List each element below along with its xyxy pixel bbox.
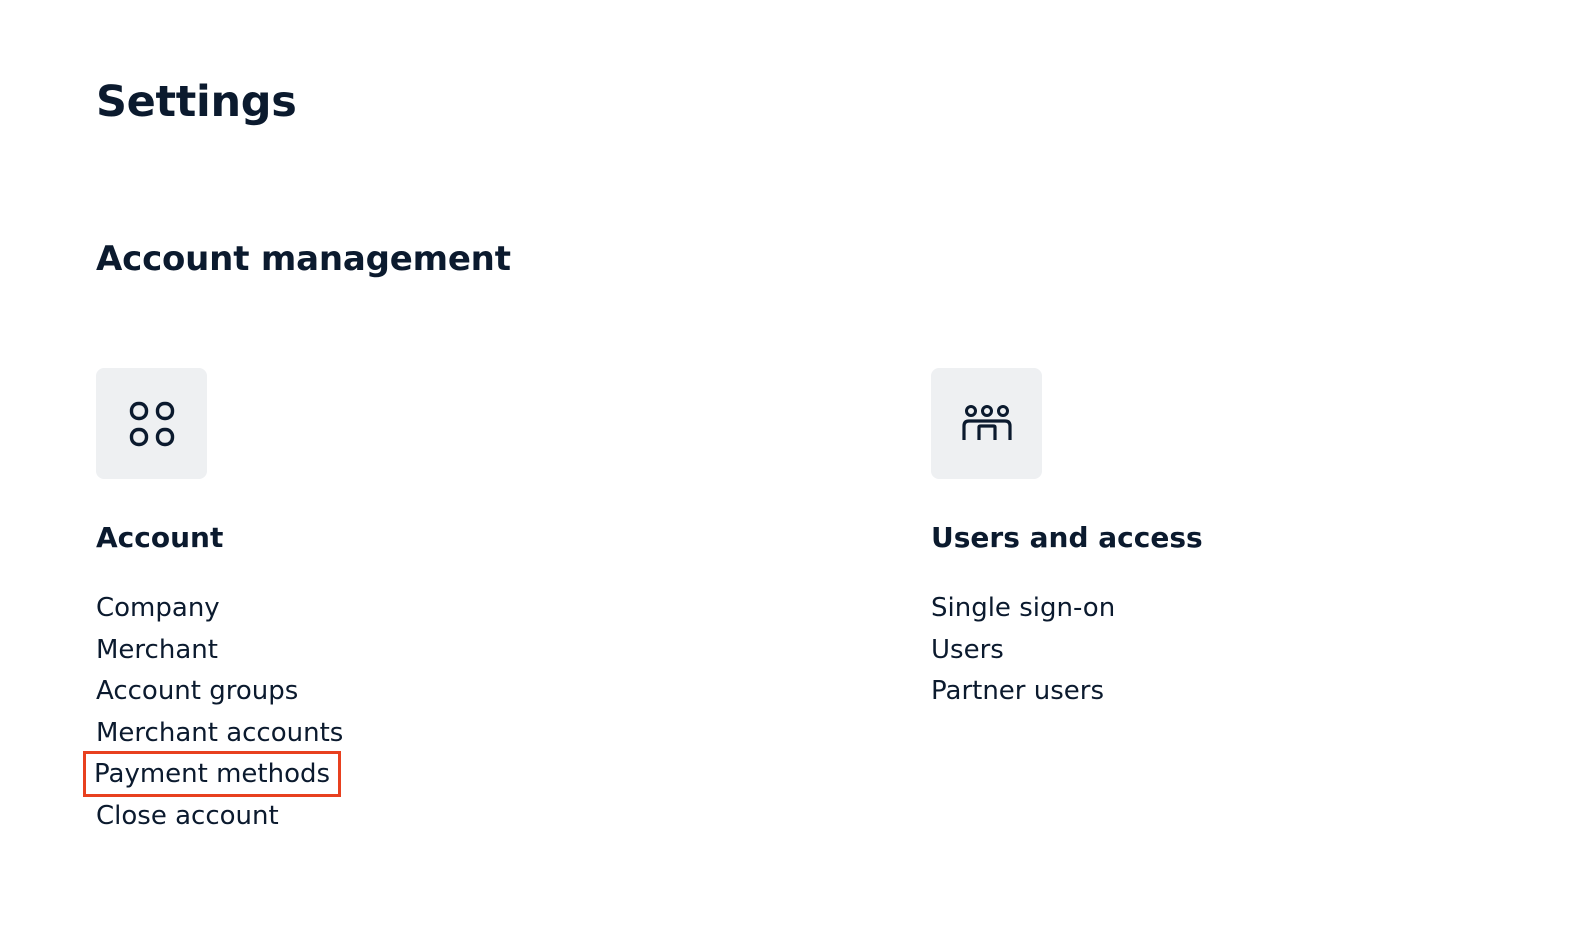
- link-merchant[interactable]: Merchant: [96, 630, 343, 672]
- link-label: Partner users: [931, 676, 1105, 707]
- account-icon-tile: [96, 368, 207, 479]
- users-and-access-card-title: Users and access: [931, 521, 1203, 554]
- link-label: Merchant: [96, 634, 218, 665]
- users-and-access-card: Users and access Single sign-on Users Pa…: [931, 368, 1531, 706]
- page-title: Settings: [96, 77, 297, 127]
- link-payment-methods[interactable]: Payment methods: [82, 751, 343, 798]
- link-label: Users: [931, 634, 1004, 665]
- link-merchant-accounts[interactable]: Merchant accounts: [96, 713, 343, 755]
- link-account-groups[interactable]: Account groups: [96, 671, 343, 713]
- link-close-account[interactable]: Close account: [96, 796, 343, 838]
- link-label: Account groups: [96, 676, 299, 707]
- users-group-icon: [961, 404, 1012, 440]
- account-card-title: Account: [96, 521, 224, 554]
- apps-grid-icon: [129, 401, 174, 446]
- link-label: Close account: [96, 800, 279, 831]
- link-label: Merchant accounts: [96, 717, 344, 748]
- users-links-list: Single sign-on Users Partner users: [931, 588, 1115, 713]
- link-company[interactable]: Company: [96, 588, 343, 630]
- link-label: Company: [96, 593, 220, 623]
- link-users[interactable]: Users: [931, 630, 1115, 672]
- link-partner-users[interactable]: Partner users: [931, 671, 1115, 713]
- link-single-sign-on[interactable]: Single sign-on: [931, 588, 1115, 630]
- account-links-list: Company Merchant Account groups Merchant…: [82, 588, 343, 838]
- section-title-account-management: Account management: [96, 239, 511, 279]
- link-label-highlighted: Payment methods: [82, 751, 342, 798]
- users-icon-tile: [931, 368, 1042, 479]
- account-card: Account Company Merchant Account groups …: [82, 368, 696, 831]
- link-label: Single sign-on: [931, 593, 1116, 623]
